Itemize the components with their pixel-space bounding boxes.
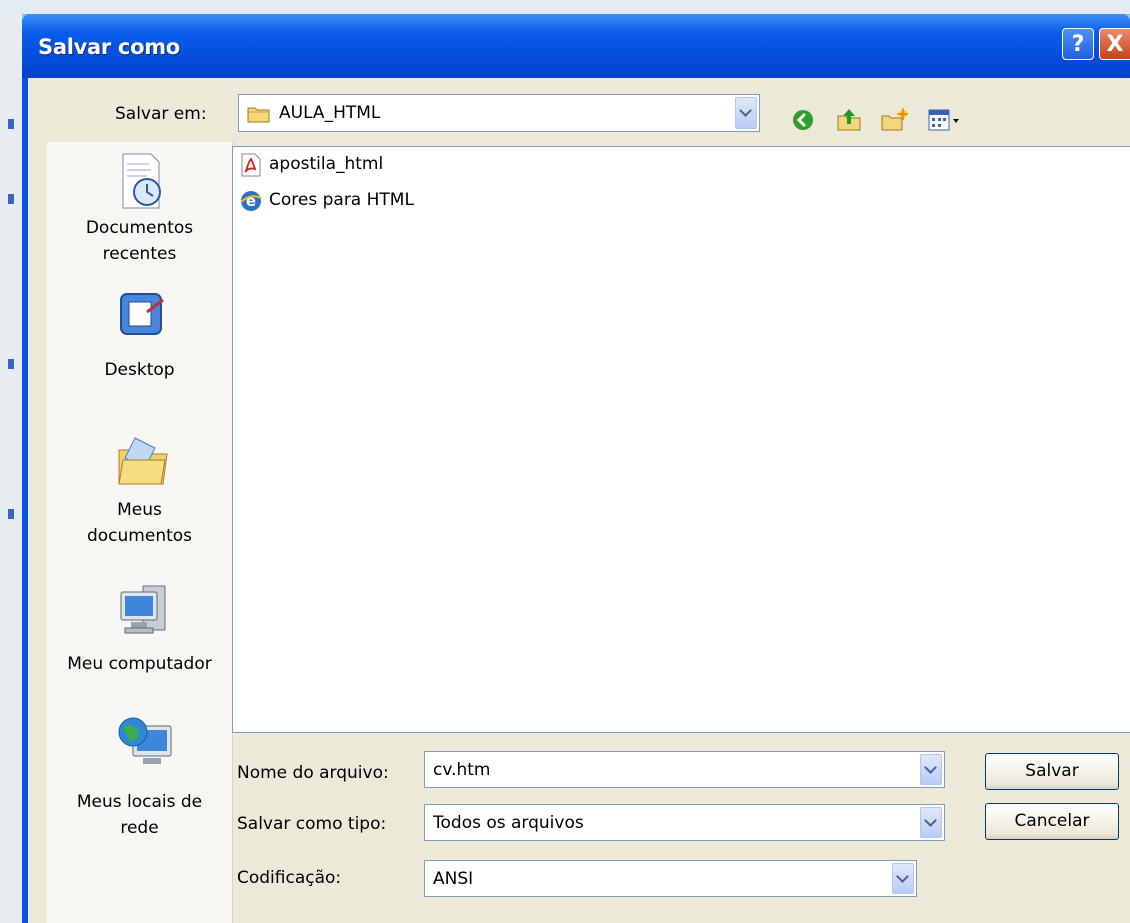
new-folder-icon[interactable]: [880, 108, 909, 137]
background-window-edge: [0, 14, 22, 923]
type-value: Todos os arquivos: [433, 812, 584, 833]
background-marker: [8, 194, 14, 204]
place-label: documentos: [86, 526, 193, 546]
place-desktop[interactable]: Desktop: [47, 290, 232, 390]
save-button[interactable]: Salvar: [985, 753, 1119, 790]
list-item[interactable]: apostila_html: [239, 153, 489, 177]
place-label: Meus locais de: [76, 792, 203, 812]
file-list[interactable]: apostila_html e Cores para HTML: [232, 146, 1130, 733]
place-label: recentes: [102, 244, 177, 264]
close-button[interactable]: X: [1099, 28, 1130, 60]
place-label: Meu computador: [67, 654, 212, 674]
save-in-combobox[interactable]: AULA_HTML: [238, 94, 760, 132]
filename-value: cv.htm: [433, 759, 491, 780]
place-my-documents[interactable]: Meus documentos: [47, 432, 232, 562]
place-label: Desktop: [104, 360, 175, 380]
pdf-file-icon: [241, 153, 261, 177]
network-places-icon: [118, 717, 172, 764]
place-recent-documents[interactable]: Documentos recentes: [47, 152, 232, 282]
cancel-button[interactable]: Cancelar: [985, 803, 1119, 840]
title-bar[interactable]: Salvar como ? X: [22, 14, 1130, 78]
view-menu-icon[interactable]: [928, 108, 962, 137]
ie-html-file-icon: e: [240, 191, 262, 211]
up-folder-icon[interactable]: [836, 106, 862, 137]
chevron-down-icon[interactable]: [920, 807, 942, 838]
encoding-value: ANSI: [433, 868, 474, 889]
recent-documents-icon: [122, 153, 161, 209]
background-window-strip: [0, 0, 1130, 15]
places-bar: Documentos recentes Desktop Meus documen…: [47, 142, 233, 923]
chevron-down-icon[interactable]: [920, 754, 942, 785]
background-marker: [8, 119, 14, 129]
save-in-label: Salvar em:: [115, 104, 207, 124]
file-name: Cores para HTML: [269, 190, 414, 210]
chevron-down-icon[interactable]: [892, 863, 914, 894]
type-label: Salvar como tipo:: [237, 814, 387, 834]
chevron-down-icon[interactable]: [735, 97, 757, 129]
my-computer-icon: [120, 585, 166, 634]
filename-label: Nome do arquivo:: [237, 763, 389, 783]
place-network[interactable]: Meus locais de rede: [47, 712, 232, 842]
file-name: apostila_html: [269, 154, 384, 174]
place-label: rede: [120, 818, 159, 838]
list-item[interactable]: e Cores para HTML: [239, 189, 489, 213]
place-label: Meus: [117, 500, 162, 520]
save-as-dialog: Salvar como ? X Salvar em: AULA_HTML Doc…: [22, 14, 1130, 923]
encoding-combobox[interactable]: ANSI: [424, 860, 917, 897]
dialog-body: Salvar em: AULA_HTML Documentos recentes…: [28, 78, 1130, 923]
type-combobox[interactable]: Todos os arquivos: [424, 804, 945, 841]
background-marker: [8, 509, 14, 519]
back-icon[interactable]: [791, 108, 815, 137]
encoding-label: Codificação:: [237, 868, 342, 888]
my-documents-icon: [118, 437, 168, 485]
desktop-icon: [120, 293, 164, 335]
folder-icon: [247, 104, 271, 129]
dialog-title: Salvar como: [38, 35, 180, 59]
background-marker: [8, 359, 14, 369]
place-my-computer[interactable]: Meu computador: [47, 582, 232, 682]
svg-text:e: e: [246, 192, 256, 210]
place-label: Documentos: [85, 218, 194, 238]
save-in-value: AULA_HTML: [279, 103, 381, 123]
help-button[interactable]: ?: [1062, 28, 1094, 60]
filename-combobox[interactable]: cv.htm: [424, 751, 945, 788]
